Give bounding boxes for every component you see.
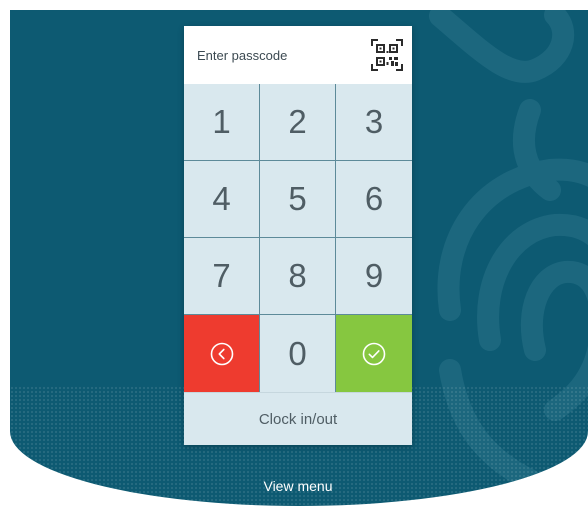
key-6[interactable]: 6	[336, 161, 412, 238]
key-0[interactable]: 0	[260, 315, 336, 392]
key-2[interactable]: 2	[260, 84, 336, 161]
view-menu-link[interactable]: View menu	[248, 478, 348, 494]
key-9[interactable]: 9	[336, 238, 412, 315]
key-1[interactable]: 1	[184, 84, 260, 161]
key-4[interactable]: 4	[184, 161, 260, 238]
passcode-input[interactable]	[184, 26, 354, 84]
passcode-keypad: 1 2 3 4 5 6 7 8 9 0 Clock in/out	[184, 26, 412, 445]
confirm-button[interactable]	[336, 315, 412, 392]
qr-code-button[interactable]	[369, 37, 405, 73]
keypad-row: 0	[184, 315, 412, 392]
backspace-button[interactable]	[184, 315, 260, 392]
check-circle-icon	[362, 342, 386, 365]
clock-in-screen: 1 2 3 4 5 6 7 8 9 0 Clock in/out View me…	[0, 0, 588, 506]
key-7[interactable]: 7	[184, 238, 260, 315]
keypad-row: 1 2 3	[184, 84, 412, 161]
chevron-left-circle-icon	[210, 342, 233, 365]
number-grid: 1 2 3 4 5 6 7 8 9 0	[184, 84, 412, 392]
clock-in-out-button[interactable]: Clock in/out	[184, 392, 412, 445]
passcode-bar	[184, 26, 412, 84]
key-8[interactable]: 8	[260, 238, 336, 315]
qr-code-icon	[371, 39, 403, 71]
keypad-row: 7 8 9	[184, 238, 412, 315]
keypad-row: 4 5 6	[184, 161, 412, 238]
key-5[interactable]: 5	[260, 161, 336, 238]
key-3[interactable]: 3	[336, 84, 412, 161]
